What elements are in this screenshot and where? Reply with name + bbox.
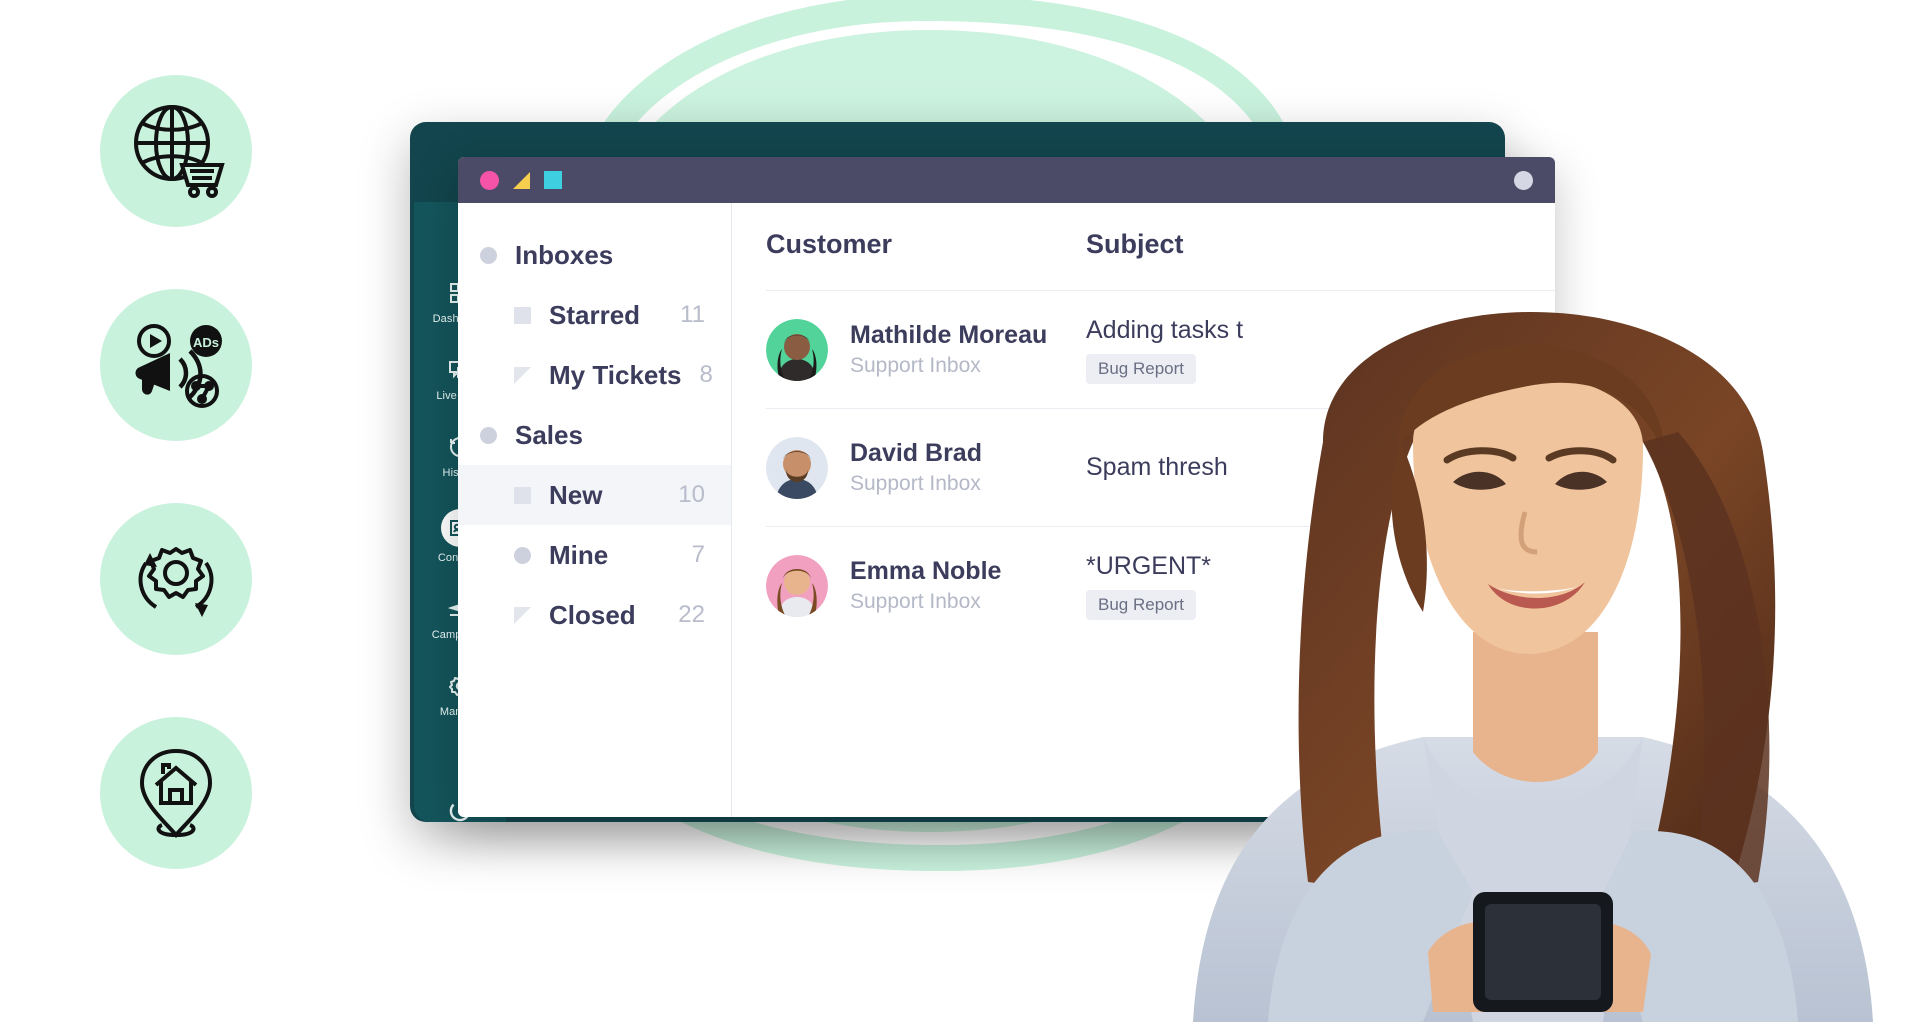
ticket-subject: Adding tasks t bbox=[1086, 315, 1244, 344]
status-badge: Bug Report bbox=[1086, 353, 1196, 384]
inbox-item-closed[interactable]: Closed 22 bbox=[458, 585, 731, 645]
inbox-count: 22 bbox=[678, 601, 705, 628]
inbox-item-my-tickets[interactable]: My Tickets 8 bbox=[458, 345, 731, 405]
svg-text:ADs: ADs bbox=[193, 335, 219, 350]
circle-marker-icon bbox=[480, 246, 497, 264]
avatar bbox=[766, 318, 828, 381]
ticket-subject: *URGENT* bbox=[1086, 551, 1212, 580]
table-header: Customer Subject bbox=[766, 229, 1555, 290]
avatar bbox=[766, 436, 828, 499]
circle-marker-icon bbox=[514, 546, 531, 564]
feature-icon-list: ADs bbox=[100, 75, 270, 869]
window-titlebar bbox=[458, 157, 1555, 203]
inbox-item-sales[interactable]: Sales bbox=[458, 405, 731, 465]
gear-cycle-icon bbox=[100, 503, 252, 655]
inbox-item-mine[interactable]: Mine 7 bbox=[458, 525, 731, 585]
window-triangle-yellow-icon[interactable] bbox=[513, 171, 530, 189]
inbox-label: Inboxes bbox=[515, 239, 614, 270]
table-row[interactable]: Mathilde Moreau Support Inbox Adding tas… bbox=[766, 290, 1555, 408]
customer-name: Mathilde Moreau bbox=[850, 321, 1048, 349]
globe-cart-icon bbox=[100, 75, 252, 227]
inbox-item-starred[interactable]: Starred 11 bbox=[458, 285, 731, 345]
customer-name: David Brad bbox=[850, 439, 982, 467]
inbox-label: Sales bbox=[515, 419, 583, 450]
home-pin-icon bbox=[100, 717, 252, 869]
megaphone-ads-icon: ADs bbox=[100, 289, 252, 441]
inbox-list: Inboxes Starred 11 My Tickets 8 Sales Ne… bbox=[458, 203, 732, 817]
ticket-table: Customer Subject Mathilde Moreau Support… bbox=[732, 203, 1555, 817]
triangle-marker-icon bbox=[514, 606, 531, 624]
customer-inbox: Support Inbox bbox=[850, 590, 981, 613]
inbox-label: My Tickets bbox=[549, 359, 682, 390]
inbox-count: 7 bbox=[691, 541, 705, 568]
avatar bbox=[766, 554, 828, 617]
triangle-marker-icon bbox=[514, 366, 531, 384]
customer-inbox: Support Inbox bbox=[850, 354, 981, 377]
column-header-subject: Subject bbox=[1086, 229, 1184, 259]
customer-name: Emma Noble bbox=[850, 557, 1002, 585]
inbox-count: 10 bbox=[678, 481, 705, 508]
table-row[interactable]: David Brad Support Inbox Spam thresh bbox=[766, 408, 1555, 526]
inbox-label: Closed bbox=[549, 599, 636, 630]
inbox-label: Mine bbox=[549, 539, 609, 570]
window-dot-pink-icon[interactable] bbox=[480, 170, 499, 190]
inbox-item-inboxes[interactable]: Inboxes bbox=[458, 225, 731, 285]
circle-marker-icon bbox=[480, 426, 497, 444]
inbox-label: New bbox=[549, 479, 603, 510]
window-dot-gray-icon[interactable] bbox=[1514, 170, 1533, 190]
square-marker-icon bbox=[514, 486, 531, 504]
inbox-count: 8 bbox=[699, 361, 713, 388]
square-marker-icon bbox=[514, 306, 531, 324]
inbox-item-new[interactable]: New 10 bbox=[458, 465, 731, 525]
table-row[interactable]: Emma Noble Support Inbox *URGENT* Bug Re… bbox=[766, 526, 1555, 644]
customer-inbox: Support Inbox bbox=[850, 472, 981, 495]
status-badge: Bug Report bbox=[1086, 589, 1196, 620]
column-header-customer: Customer bbox=[766, 229, 893, 259]
inbox-label: Starred bbox=[549, 299, 641, 330]
app-main-window: Inboxes Starred 11 My Tickets 8 Sales Ne… bbox=[458, 157, 1555, 817]
ticket-subject: Spam thresh bbox=[1086, 453, 1228, 481]
window-square-cyan-icon[interactable] bbox=[544, 171, 562, 189]
inbox-count: 11 bbox=[680, 301, 705, 328]
